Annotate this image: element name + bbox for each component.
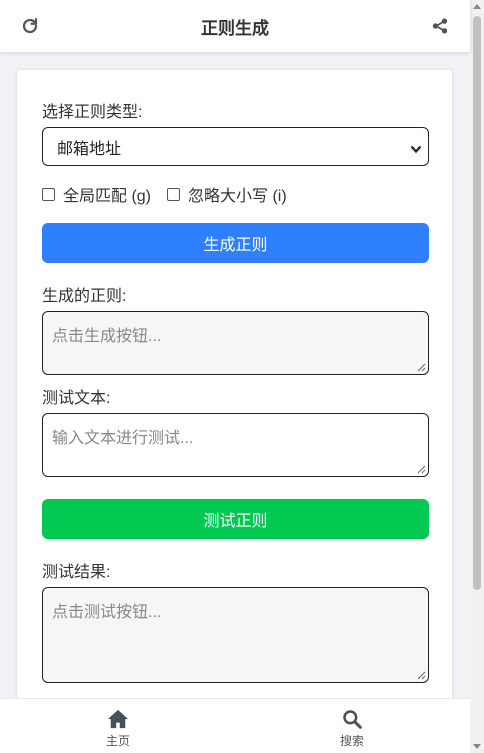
global-match-label: 全局匹配 (g) xyxy=(63,188,152,205)
scrollbar[interactable] xyxy=(470,0,484,753)
regex-type-selected-value: 邮箱地址 xyxy=(57,140,122,158)
nav-search-label: 搜索 xyxy=(339,734,364,748)
scrollbar-thumb[interactable] xyxy=(473,16,481,590)
bottom-nav: 主页 搜索 xyxy=(0,698,470,753)
generate-regex-button[interactable]: 生成正则 xyxy=(42,223,429,263)
search-icon xyxy=(343,710,362,729)
test-result-output[interactable]: 点击测试按钮... xyxy=(42,587,429,683)
nav-home-label: 主页 xyxy=(105,734,130,748)
type-label: 选择正则类型: xyxy=(42,104,143,121)
generated-regex-output[interactable]: 点击生成按钮... xyxy=(42,311,429,375)
home-icon xyxy=(108,709,128,729)
ignore-case-checkbox[interactable] xyxy=(167,187,181,201)
top-bar: 正则生成 xyxy=(0,0,470,52)
generated-regex-placeholder: 点击生成按钮... xyxy=(52,328,162,345)
test-text-input[interactable]: 输入文本进行测试... xyxy=(42,413,429,477)
scroll-up-icon[interactable] xyxy=(473,4,481,9)
resize-handle-icon[interactable] xyxy=(417,363,426,372)
ignore-case-option[interactable]: 忽略大小写 (i) xyxy=(167,182,287,206)
global-match-checkbox[interactable] xyxy=(42,187,55,201)
resize-handle-icon[interactable] xyxy=(417,671,426,680)
chevron-down-icon xyxy=(410,141,422,159)
share-icon[interactable] xyxy=(428,14,452,38)
ignore-case-label: 忽略大小写 (i) xyxy=(188,188,287,205)
refresh-icon[interactable] xyxy=(18,14,42,38)
test-text-placeholder: 输入文本进行测试... xyxy=(52,430,194,447)
test-regex-button[interactable]: 测试正则 xyxy=(42,499,429,539)
nav-item-home[interactable]: 主页 xyxy=(88,709,148,749)
resize-handle-icon[interactable] xyxy=(417,465,426,474)
regex-type-select[interactable]: 邮箱地址 xyxy=(42,127,429,166)
flag-options: 全局匹配 (g) 忽略大小写 (i) xyxy=(42,182,303,206)
test-result-label: 测试结果: xyxy=(42,564,111,581)
nav-item-search[interactable]: 搜索 xyxy=(322,709,382,749)
test-text-label: 测试文本: xyxy=(42,390,111,407)
global-match-option[interactable]: 全局匹配 (g) xyxy=(42,182,151,206)
generated-regex-label: 生成的正则: xyxy=(42,288,127,305)
scroll-down-icon[interactable] xyxy=(473,744,481,749)
page-title: 正则生成 xyxy=(201,18,269,38)
regex-form-card: 选择正则类型: 邮箱地址 全局匹配 (g) 忽略大小写 (i) 生成正则 生成的… xyxy=(16,69,453,753)
test-result-placeholder: 点击测试按钮... xyxy=(52,604,162,621)
